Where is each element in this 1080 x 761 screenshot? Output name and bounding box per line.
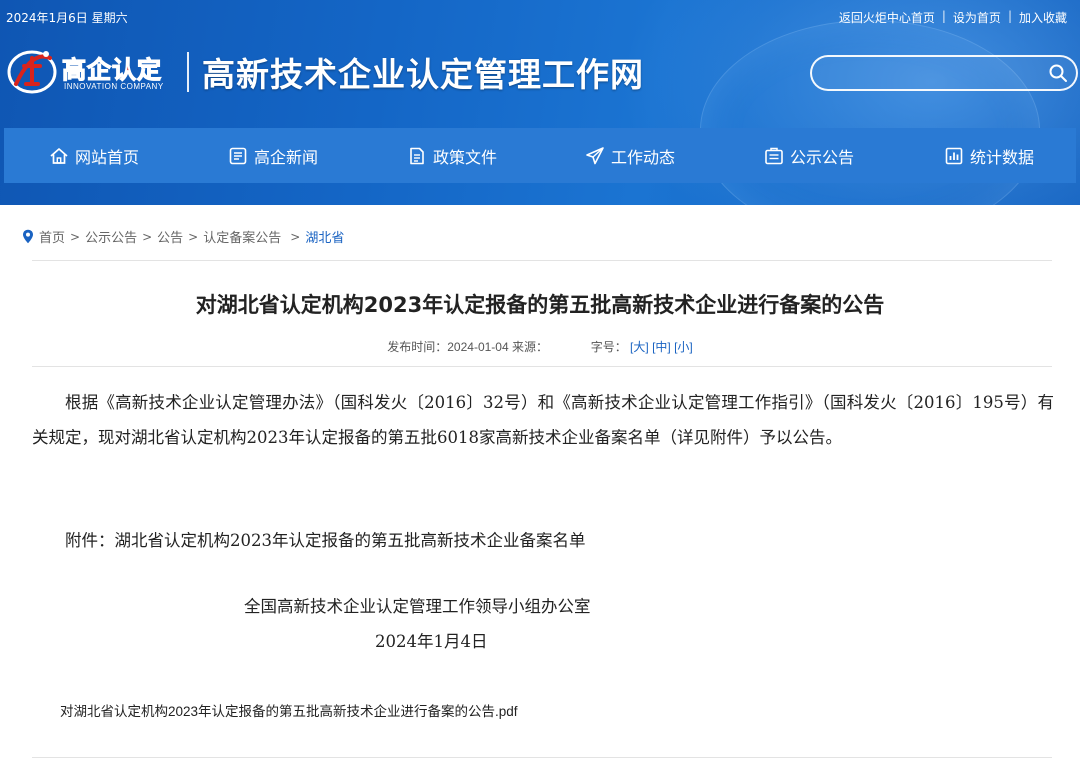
top-link-separator: | xyxy=(941,9,946,23)
announcement-icon xyxy=(765,147,783,164)
nav-item-label: 高企新闻 xyxy=(254,147,319,167)
current-date: 2024年1月6日 星期六 xyxy=(6,11,128,25)
breadcrumb-separator: > xyxy=(290,229,301,244)
signature-organization: 全国高新技术企业认定管理工作领导小组办公室 xyxy=(244,597,591,616)
document-icon xyxy=(410,147,424,164)
nav-item-policy[interactable]: 政策文件 xyxy=(407,128,497,183)
divider-bottom xyxy=(32,757,1052,758)
nav-item-news[interactable]: 高企新闻 xyxy=(228,128,318,183)
article-title: 对湖北省认定机构2023年认定报备的第五批高新技术企业进行备案的公告 xyxy=(195,293,885,317)
logo-emblem-icon xyxy=(7,50,57,94)
nav-item-label: 统计数据 xyxy=(970,147,1035,167)
link-add-favorite[interactable]: 加入收藏 xyxy=(1012,9,1074,26)
divider-meta xyxy=(32,366,1052,367)
divider-top xyxy=(32,260,1052,261)
link-torch-center-home[interactable]: 返回火炬中心首页 xyxy=(832,9,942,26)
breadcrumb-separator: > xyxy=(70,229,81,244)
publish-label: 发布时间： xyxy=(387,340,448,354)
breadcrumb-separator: > xyxy=(188,229,199,244)
article-paragraph: 根据《高新技术企业认定管理办法》（国科发火〔2016〕32号）和《高新技术企业认… xyxy=(32,393,1054,447)
breadcrumb-current[interactable]: 湖北省 xyxy=(305,227,344,246)
top-bar: 2024年1月6日 星期六 返回火炬中心首页 | 设为首页 | 加入收藏 xyxy=(0,0,1080,34)
nav-item-label: 工作动态 xyxy=(611,147,676,167)
paper-plane-icon xyxy=(586,146,604,164)
publish-date: 2024-01-04 xyxy=(447,340,509,354)
article-container: 首页 > 公示公告 > 公告 > 认定备案公告 > 湖北省 对湖北省认定机构20… xyxy=(4,205,1076,761)
search-box xyxy=(810,55,1078,91)
breadcrumb-announcements[interactable]: 公示公告 xyxy=(85,227,137,246)
logo-brand-english: INNOVATION COMPANY xyxy=(64,82,164,91)
search-icon[interactable] xyxy=(1048,63,1068,83)
breadcrumb-filing-notice[interactable]: 认定备案公告 xyxy=(203,227,281,246)
article-attachment-text: 附件：湖北省认定机构2023年认定报备的第五批高新技术企业备案名单 xyxy=(65,531,586,550)
nav-item-statistics[interactable]: 统计数据 xyxy=(944,128,1034,183)
site-title: 高新技术企业认定管理工作网 xyxy=(202,55,644,94)
font-size-medium[interactable]: [中] xyxy=(652,340,671,354)
nav-item-work-updates[interactable]: 工作动态 xyxy=(585,128,675,183)
site-header: 2024年1月6日 星期六 返回火炬中心首页 | 设为首页 | 加入收藏 高企认… xyxy=(0,0,1080,205)
signature-date: 2024年1月4日 xyxy=(375,632,488,651)
link-set-homepage[interactable]: 设为首页 xyxy=(946,9,1008,26)
breadcrumb-home[interactable]: 首页 xyxy=(39,227,65,246)
home-icon xyxy=(50,147,68,164)
nav-item-label: 政策文件 xyxy=(433,147,498,167)
logo-brand-text: 高企认定 xyxy=(61,55,162,84)
site-logo[interactable]: 高企认定 INNOVATION COMPANY xyxy=(6,42,182,98)
article-meta: 发布时间：2024-01-04 来源： 字号： [大] [中] [小] xyxy=(4,338,1076,355)
news-icon xyxy=(229,147,247,164)
chart-icon xyxy=(945,147,963,164)
source-label: 来源： xyxy=(511,340,548,354)
font-size-label: 字号： xyxy=(590,340,627,354)
main-nav: 网站首页 高企新闻 政策文件 工作动态 公示公告 统计数据 xyxy=(4,128,1076,183)
search-input[interactable] xyxy=(824,63,1039,83)
attachment-pdf-link[interactable]: 对湖北省认定机构2023年认定报备的第五批高新技术企业进行备案的公告.pdf xyxy=(60,700,518,720)
top-link-separator: | xyxy=(1007,9,1012,23)
location-pin-icon xyxy=(23,229,33,244)
breadcrumb-notice[interactable]: 公告 xyxy=(157,227,183,246)
nav-item-label: 网站首页 xyxy=(75,147,140,167)
breadcrumb: 首页 > 公示公告 > 公告 > 认定备案公告 > 湖北省 xyxy=(22,227,344,246)
top-links: 返回火炬中心首页 | 设为首页 | 加入收藏 xyxy=(832,9,1074,26)
font-size-large[interactable]: [大] xyxy=(630,340,649,354)
font-size-small[interactable]: [小] xyxy=(674,340,693,354)
nav-item-announcements[interactable]: 公示公告 xyxy=(764,128,854,183)
nav-item-home[interactable]: 网站首页 xyxy=(49,128,139,183)
logo-divider xyxy=(187,52,189,92)
nav-item-label: 公示公告 xyxy=(790,147,855,167)
breadcrumb-separator: > xyxy=(142,229,153,244)
